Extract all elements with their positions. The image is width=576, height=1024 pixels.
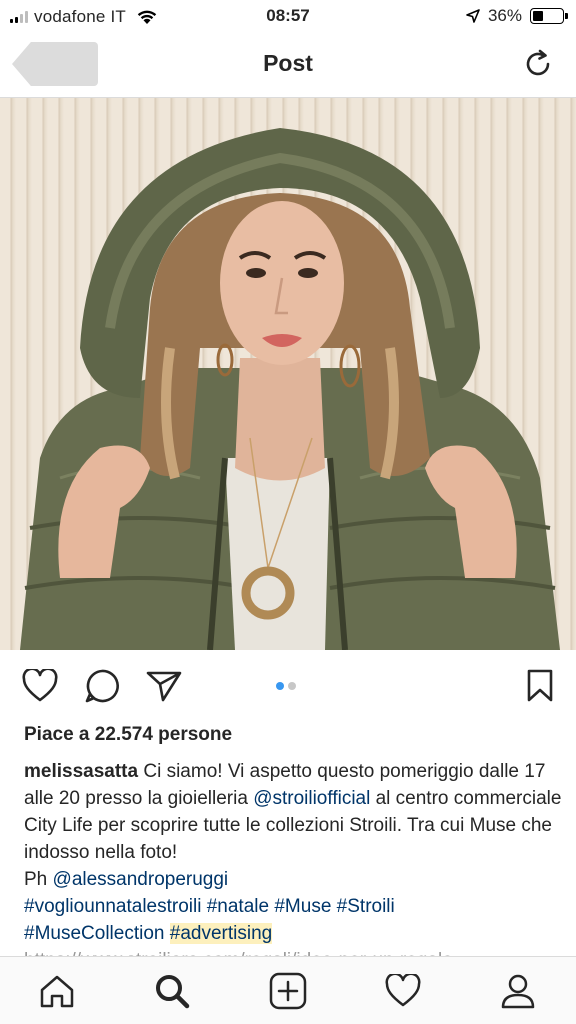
add-icon bbox=[269, 972, 307, 1010]
home-icon bbox=[40, 975, 74, 1008]
hashtag-link[interactable]: #Muse bbox=[274, 896, 331, 917]
battery-percent: 36% bbox=[487, 6, 522, 25]
page-title: Post bbox=[263, 50, 313, 76]
mention-link[interactable]: @stroiliofficial bbox=[253, 788, 370, 809]
likes-count[interactable]: Piace a 22.574 persone bbox=[24, 724, 232, 746]
search-icon bbox=[156, 975, 190, 1009]
carousel-dot bbox=[288, 682, 296, 690]
nav-bar: Post bbox=[0, 34, 576, 98]
hashtag-link[interactable]: #MuseCollection bbox=[24, 923, 164, 944]
carousel-dot bbox=[276, 682, 284, 690]
post-photo-illustration bbox=[20, 128, 560, 650]
share-icon bbox=[146, 671, 182, 702]
battery-icon bbox=[530, 8, 568, 24]
hashtag-link[interactable]: #natale bbox=[207, 896, 269, 917]
caption-username[interactable]: melissasatta bbox=[24, 761, 138, 782]
bookmark-icon bbox=[527, 669, 553, 702]
hashtag-link[interactable]: #vogliounnatalestroili bbox=[24, 896, 201, 917]
tab-activity[interactable] bbox=[383, 971, 423, 1011]
share-button[interactable] bbox=[144, 666, 184, 706]
carousel-indicator bbox=[276, 682, 296, 690]
photographer-prefix: Ph bbox=[24, 869, 53, 890]
status-bar: vodafone IT 08:57 36% bbox=[0, 0, 576, 34]
tab-add[interactable] bbox=[268, 971, 308, 1011]
location-icon bbox=[466, 9, 480, 23]
tab-bar bbox=[0, 956, 576, 1024]
tab-search[interactable] bbox=[152, 971, 192, 1011]
post-actions bbox=[0, 660, 576, 712]
tab-profile[interactable] bbox=[498, 971, 538, 1011]
like-button[interactable] bbox=[20, 666, 60, 706]
hashtag-link[interactable]: #Stroili bbox=[337, 896, 395, 917]
comment-button[interactable] bbox=[82, 666, 122, 706]
photographer-link[interactable]: @alessandroperuggi bbox=[53, 869, 229, 890]
battery-fill bbox=[533, 11, 544, 21]
comment-icon bbox=[85, 669, 119, 703]
post-photo[interactable] bbox=[0, 98, 576, 650]
highlighted-hashtag[interactable]: #advertising bbox=[169, 923, 273, 944]
status-right: 36% bbox=[466, 6, 568, 26]
heart-icon bbox=[22, 669, 58, 702]
post-caption: melissasatta Ci siamo! Vi aspetto questo… bbox=[24, 758, 564, 974]
activity-icon bbox=[385, 974, 421, 1007]
refresh-icon[interactable] bbox=[522, 48, 554, 80]
save-button[interactable] bbox=[520, 666, 560, 706]
profile-icon bbox=[501, 974, 535, 1009]
tab-home[interactable] bbox=[37, 971, 77, 1011]
